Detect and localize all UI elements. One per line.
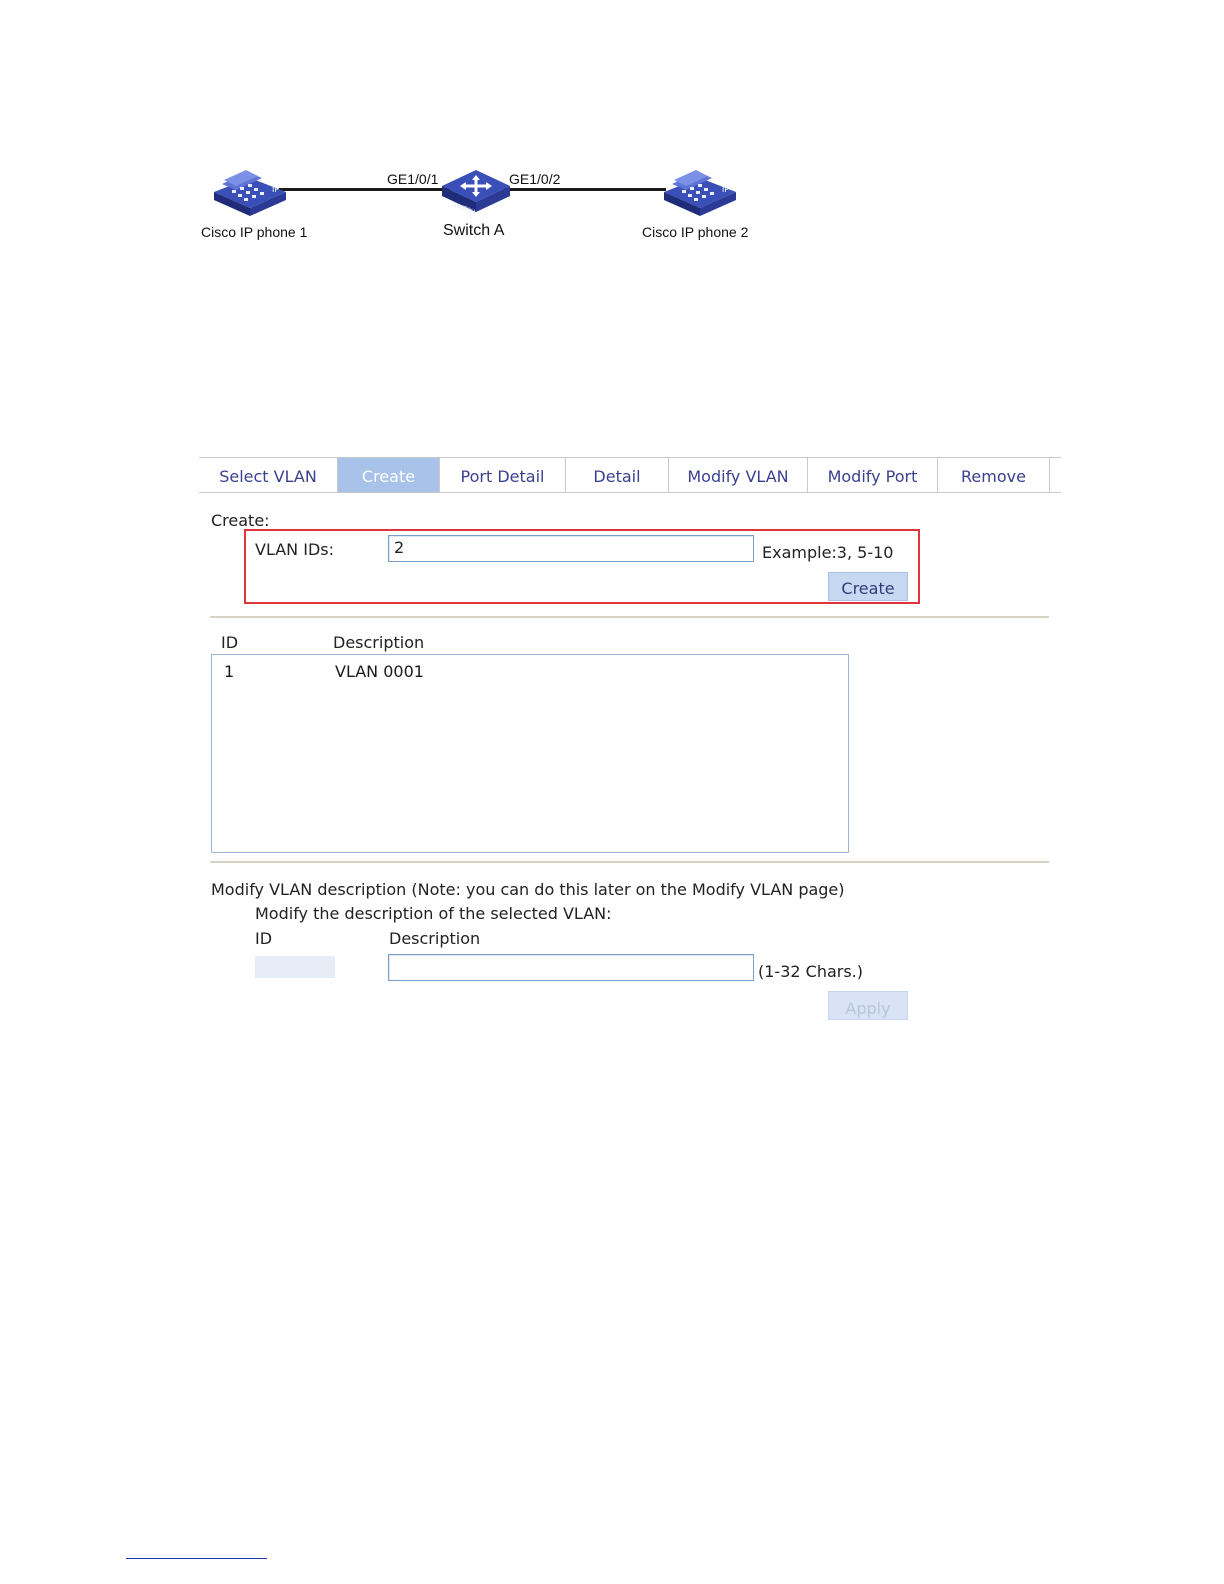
- list-header-description: Description: [333, 633, 425, 652]
- description-input[interactable]: [388, 954, 754, 981]
- create-button[interactable]: Create: [828, 572, 908, 601]
- vlan-tab-bar: Select VLAN Create Port Detail Detail Mo…: [199, 457, 1061, 493]
- tab-modify-vlan[interactable]: Modify VLAN: [669, 458, 808, 492]
- selected-vlan-id-field: [255, 956, 335, 978]
- port-label-ge1-0-2: GE1/0/2: [509, 171, 561, 187]
- device-label-phone-1: Cisco IP phone 1: [201, 224, 308, 240]
- list-item-id: 1: [224, 662, 235, 681]
- vlan-ids-input[interactable]: 2: [388, 535, 754, 562]
- link-switch-phone2: [504, 188, 666, 191]
- port-label-ge1-0-1: GE1/0/1: [387, 171, 439, 187]
- apply-button[interactable]: Apply: [828, 991, 908, 1020]
- ip-phone-icon: IP: [214, 170, 286, 216]
- divider: [210, 616, 1049, 618]
- ip-phone-icon: IP: [664, 170, 736, 216]
- modify-id-header: ID: [255, 929, 273, 948]
- chars-hint: (1-32 Chars.): [758, 962, 863, 981]
- footer-link[interactable]: [126, 1558, 267, 1559]
- vlan-ids-example: Example:3, 5-10: [762, 543, 894, 562]
- tab-modify-port[interactable]: Modify Port: [808, 458, 938, 492]
- link-phone1-switch: [278, 188, 450, 191]
- network-diagram: IP SWITCH IP GE1/0/1 GE1/0/2 Cisco IP ph…: [190, 150, 790, 250]
- list-item[interactable]: 1 VLAN 0001: [212, 661, 848, 683]
- vlan-listbox[interactable]: 1 VLAN 0001: [211, 654, 849, 853]
- tab-port-detail[interactable]: Port Detail: [440, 458, 566, 492]
- list-item-description: VLAN 0001: [335, 662, 424, 681]
- switch-icon: SWITCH: [442, 170, 510, 216]
- modify-section-label: Modify VLAN description (Note: you can d…: [211, 880, 845, 899]
- tab-detail[interactable]: Detail: [566, 458, 669, 492]
- device-label-phone-2: Cisco IP phone 2: [642, 224, 749, 240]
- modify-sub-label: Modify the description of the selected V…: [255, 904, 612, 923]
- modify-description-header: Description: [389, 929, 481, 948]
- svg-text:IP: IP: [272, 185, 279, 194]
- tab-remove[interactable]: Remove: [938, 458, 1050, 492]
- divider: [210, 861, 1049, 863]
- device-label-switch-a: Switch A: [443, 222, 505, 239]
- tab-create[interactable]: Create: [338, 458, 440, 492]
- create-section-label: Create:: [211, 511, 270, 530]
- vlan-ids-label: VLAN IDs:: [255, 540, 334, 559]
- list-header-id: ID: [221, 633, 239, 652]
- svg-text:IP: IP: [722, 185, 729, 194]
- tab-select-vlan[interactable]: Select VLAN: [199, 458, 338, 492]
